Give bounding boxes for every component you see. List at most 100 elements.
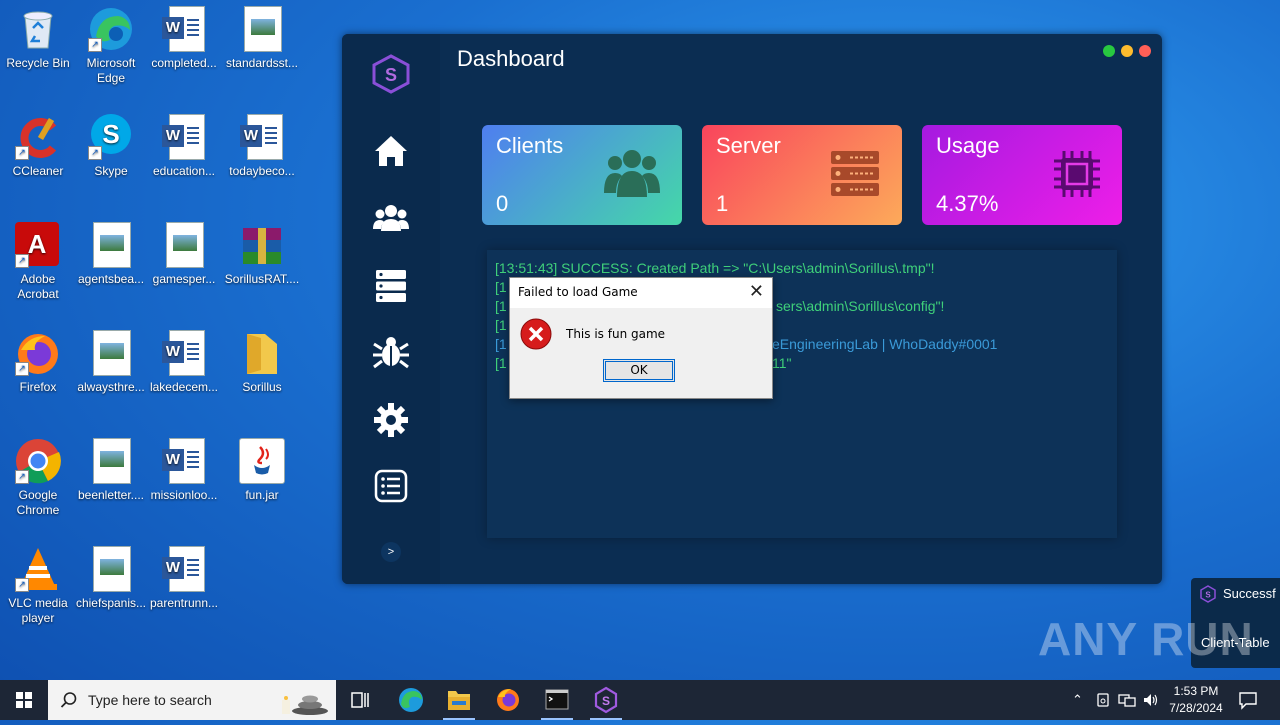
desktop-icon-sorillusrat[interactable]: SorillusRAT.... bbox=[224, 216, 300, 287]
anyrun-watermark: ANY RUN bbox=[1038, 613, 1254, 665]
desktop-icon-file[interactable]: gamesper... bbox=[146, 216, 222, 287]
log-line-tail: 11" bbox=[772, 355, 792, 371]
maximize-button[interactable] bbox=[1103, 45, 1115, 57]
desktop-icon-label: VLC media player bbox=[8, 596, 68, 625]
desktop-icon-file[interactable]: W lakedecem... bbox=[146, 324, 222, 395]
desktop-icon-microsoft-edge[interactable]: ↗ Microsoft Edge bbox=[73, 0, 149, 86]
desktop-icon-ccleaner[interactable]: ↗ CCleaner bbox=[0, 108, 76, 179]
task-view-button[interactable] bbox=[336, 680, 384, 720]
card-value: 0 bbox=[496, 191, 509, 216]
image-file-icon bbox=[166, 222, 204, 268]
log-line: [1 bbox=[495, 336, 507, 352]
toast-title: Successf bbox=[1223, 586, 1276, 601]
volume-icon[interactable] bbox=[1142, 692, 1160, 711]
word-document-icon: W bbox=[162, 6, 205, 52]
page-title: Dashboard bbox=[457, 46, 565, 71]
shortcut-arrow-icon: ↗ bbox=[15, 146, 29, 160]
desktop-icon-file[interactable]: chiefspanis... bbox=[73, 540, 149, 611]
java-icon bbox=[239, 438, 285, 484]
desktop-icon-skype[interactable]: S ↗ Skype bbox=[73, 108, 149, 179]
show-hidden-icons-button[interactable]: ⌃ bbox=[1072, 692, 1083, 708]
ccleaner-icon: ↗ bbox=[15, 114, 61, 160]
acrobat-icon: A ↗ bbox=[15, 222, 61, 268]
minimize-button[interactable] bbox=[1121, 45, 1133, 57]
desktop-icon-file[interactable]: W missionloo... bbox=[146, 432, 222, 503]
server-icon[interactable] bbox=[371, 266, 411, 306]
shortcut-arrow-icon: ↗ bbox=[15, 362, 29, 376]
desktop-icon-label: CCleaner bbox=[12, 164, 64, 178]
bug-icon[interactable] bbox=[371, 332, 411, 372]
expand-sidebar-button[interactable]: > bbox=[381, 542, 401, 562]
terminal-taskbar-icon[interactable] bbox=[533, 680, 581, 720]
desktop-icon-file[interactable]: W todaybeco... bbox=[224, 108, 300, 179]
desktop-icon-vlc[interactable]: ↗ VLC media player bbox=[0, 540, 76, 626]
word-document-icon: W bbox=[162, 114, 205, 160]
desktop-icon-firefox[interactable]: ↗ Firefox bbox=[0, 324, 76, 395]
desktop-icon-label: Recycle Bin bbox=[6, 56, 70, 70]
clock-time: 1:53 PM bbox=[1173, 684, 1219, 698]
desktop-icon-recycle-bin[interactable]: Recycle Bin bbox=[0, 0, 76, 71]
app-logo: S bbox=[371, 54, 411, 94]
desktop-icon-file[interactable]: agentsbea... bbox=[73, 216, 149, 287]
desktop-icon-file[interactable]: W parentrunn... bbox=[146, 540, 222, 611]
desktop-icon-file[interactable]: beenletter.... bbox=[73, 432, 149, 503]
svg-text:S: S bbox=[602, 694, 610, 708]
shortcut-arrow-icon: ↗ bbox=[88, 146, 102, 160]
sorillus-logo-icon: S bbox=[1200, 585, 1216, 603]
edge-taskbar-icon[interactable] bbox=[387, 680, 435, 720]
desktop-icon-label: Skype bbox=[94, 164, 128, 178]
desktop-icon-fun-jar[interactable]: fun.jar bbox=[224, 432, 300, 503]
desktop-icon-label: chiefspanis... bbox=[75, 596, 147, 610]
chrome-icon: ↗ bbox=[15, 438, 61, 484]
users-icon[interactable] bbox=[371, 198, 411, 238]
desktop-icon-label: SorillusRAT.... bbox=[224, 272, 300, 286]
taskbar: Type here to search S ⌃ 1:53 PM 7/28/202… bbox=[0, 680, 1280, 720]
clock[interactable]: 1:53 PM 7/28/2024 bbox=[1160, 683, 1232, 717]
svg-text:S: S bbox=[1205, 591, 1211, 600]
gear-icon[interactable] bbox=[371, 400, 411, 440]
log-line: [1 bbox=[495, 317, 507, 333]
cpu-icon bbox=[1052, 149, 1102, 204]
home-icon[interactable] bbox=[371, 131, 411, 171]
desktop-icon-label: standardsst... bbox=[225, 56, 299, 70]
action-center-icon[interactable] bbox=[1238, 690, 1258, 713]
desktop-icon-file[interactable]: standardsst... bbox=[224, 0, 300, 71]
sorillus-taskbar-icon[interactable]: S bbox=[582, 680, 630, 720]
dialog-message: This is fun game bbox=[566, 327, 666, 341]
close-button[interactable] bbox=[1139, 45, 1151, 57]
server-icon bbox=[830, 149, 880, 204]
word-document-icon: W bbox=[240, 114, 283, 160]
image-file-icon bbox=[244, 6, 282, 52]
list-icon[interactable] bbox=[371, 466, 411, 506]
desktop-icon-label: Firefox bbox=[19, 380, 57, 394]
shortcut-arrow-icon: ↗ bbox=[15, 470, 29, 484]
word-document-icon: W bbox=[162, 438, 205, 484]
desktop-icon-label: education... bbox=[152, 164, 216, 178]
dialog-close-button[interactable]: ✕ bbox=[749, 281, 764, 302]
desktop-icon-adobe-acrobat[interactable]: A ↗ Adobe Acrobat bbox=[0, 216, 76, 302]
start-button[interactable] bbox=[0, 680, 48, 720]
desktop-icon-file[interactable]: W education... bbox=[146, 108, 222, 179]
ok-button[interactable]: OK bbox=[603, 359, 675, 382]
firefox-taskbar-icon[interactable] bbox=[484, 680, 532, 720]
desktop-icon-file[interactable]: alwaysthre... bbox=[73, 324, 149, 395]
desktop-icon-label: Microsoft Edge bbox=[86, 56, 136, 85]
desktop-icon-label: gamesper... bbox=[152, 272, 216, 286]
search-placeholder: Type here to search bbox=[88, 692, 212, 708]
image-file-icon bbox=[93, 330, 131, 376]
word-document-icon: W bbox=[162, 330, 205, 376]
folder-icon bbox=[239, 330, 285, 376]
network-drive-icon[interactable] bbox=[1095, 692, 1111, 711]
file-explorer-taskbar-icon[interactable] bbox=[435, 680, 483, 720]
desktop-icon-file[interactable]: W completed... bbox=[146, 0, 222, 71]
desktop-icon-label: missionloo... bbox=[150, 488, 218, 502]
word-document-icon: W bbox=[162, 546, 205, 592]
taskbar-search[interactable]: Type here to search bbox=[48, 680, 336, 720]
desktop-icon-google-chrome[interactable]: ↗ Google Chrome bbox=[0, 432, 76, 518]
card-title: Server bbox=[716, 133, 781, 158]
network-icon[interactable] bbox=[1118, 692, 1136, 711]
card-title: Clients bbox=[496, 133, 564, 158]
dialog-title: Failed to load Game bbox=[518, 285, 638, 299]
image-file-icon bbox=[93, 222, 131, 268]
desktop-icon-sorillus-folder[interactable]: Sorillus bbox=[224, 324, 300, 395]
